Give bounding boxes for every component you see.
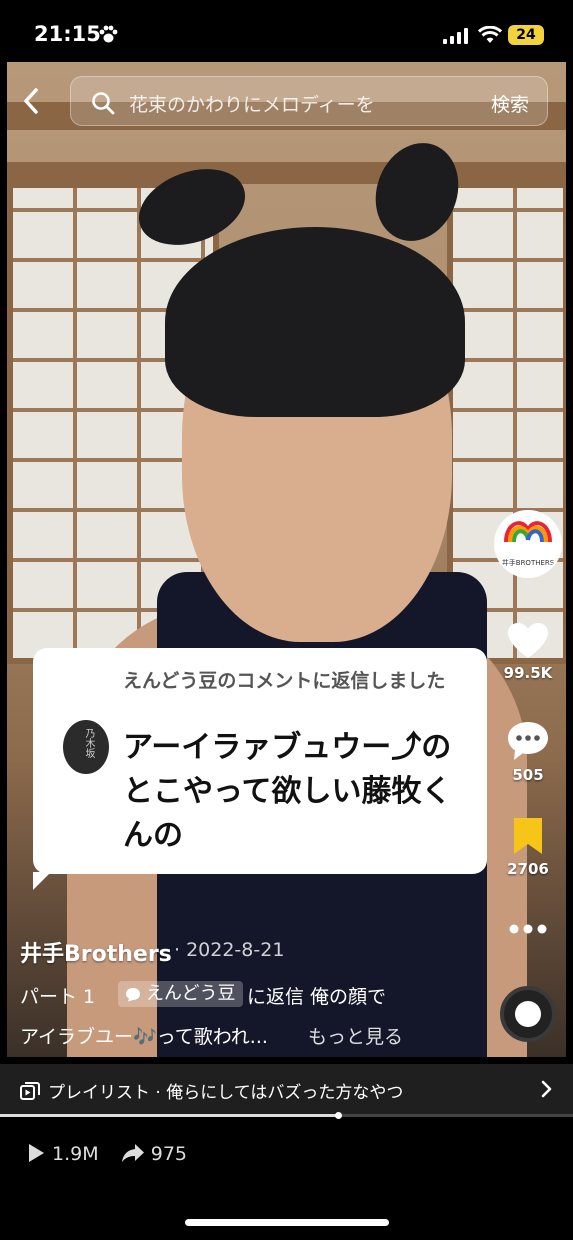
progress-knob[interactable] [335,1112,343,1119]
search-icon [92,92,115,115]
comment-count: 505 [512,766,544,784]
share-count: 975 [150,1143,188,1165]
paw-icon [99,25,118,43]
creator-avatar[interactable]: 井手BROTHERS [496,512,560,576]
caption-prefix: パート 1 [20,986,96,1008]
like-count: 99.5K [503,664,553,682]
see-more-link[interactable]: もっと見る [308,1022,403,1049]
avatar-caption: 井手BROTHERS [501,559,555,567]
playlist-title: プレイリスト · 俺らにしてはバズった方なやつ [48,1083,404,1103]
comment-button[interactable]: 505 [494,720,562,784]
status-time: 21:15 [34,22,101,46]
music-disc[interactable] [500,986,556,1042]
reply-label: えんどう豆のコメントに返信しました [123,670,446,692]
reply-chip[interactable]: えんどう豆 [118,981,244,1007]
playlist-icon [20,1082,40,1100]
post-date: · 2022-8-21 [174,939,285,961]
heart-icon [508,623,548,658]
video-frame[interactable] [7,62,566,1057]
music-disc-center [515,1001,541,1027]
search-placeholder: 花束のかわりにメロディーを [129,94,375,116]
share-icon [121,1144,144,1162]
back-arrow-icon[interactable] [22,88,40,114]
play-count: 1.9M [52,1143,99,1165]
video-progress-bar[interactable] [0,1112,573,1119]
comment-icon [508,722,548,760]
save-button[interactable]: 2706 [494,816,562,878]
home-indicator[interactable] [185,1219,389,1226]
save-count: 2706 [507,860,549,878]
status-bar: 21:15 24 [0,0,573,62]
progress-fill [0,1114,339,1117]
chevron-right-icon [541,1080,552,1098]
more-dots-icon [509,924,547,934]
search-button[interactable]: 検索 [491,90,529,117]
reply-chip-label: えんどう豆 [146,983,236,1004]
battery-indicator: 24 [508,25,544,45]
reply-comment-bubble[interactable]: 乃木坂 えんどう豆のコメントに返信しました アーイラァブュウー⤴︎のとこやって欲… [33,648,487,890]
wifi-icon [478,26,502,43]
comment-chip-icon [126,988,140,1002]
wood-beam [7,162,566,184]
more-options-button[interactable] [494,920,562,939]
playlist-bar[interactable]: プレイリスト · 俺らにしてはバズった方なやつ [0,1064,573,1114]
caption-line-2: アイラブユー🎶って歌われ... [20,1026,268,1048]
commenter-avatar-text: 乃木坂 [83,728,94,758]
caption-suffix: に返信 俺の顔で [247,986,387,1008]
search-input[interactable]: 花束のかわりにメロディーを 検索 [70,76,548,126]
stats-row: 1.9M 975 [26,1143,193,1165]
like-button[interactable]: 99.5K [494,622,562,682]
play-icon [29,1144,44,1162]
reply-comment-text: アーイラァブュウー⤴︎のとこやって欲しい藤牧くんの [123,730,452,853]
top-bar: 花束のかわりにメロディーを 検索 [0,62,573,132]
author-name[interactable]: 井手Brothers [20,936,172,968]
bookmark-icon [514,818,542,854]
commenter-avatar: 乃木坂 [63,720,109,774]
person-hair [165,227,465,417]
cellular-signal-icon [443,28,468,44]
